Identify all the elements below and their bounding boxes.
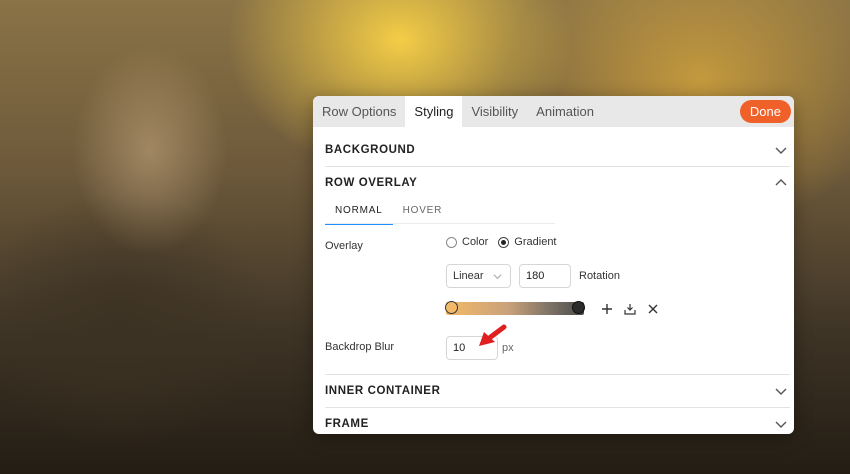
gradient-type-value: Linear <box>453 270 484 282</box>
subtab-hover[interactable]: HOVER <box>393 201 453 225</box>
subtab-normal[interactable]: NORMAL <box>325 201 393 225</box>
section-background-title: BACKGROUND <box>325 144 416 156</box>
gradient-type-select[interactable]: Linear <box>446 264 511 288</box>
section-inner-container-title: INNER CONTAINER <box>325 385 441 397</box>
download-icon[interactable] <box>623 302 637 316</box>
tab-styling[interactable]: Styling <box>405 96 463 127</box>
radio-color-label: Color <box>462 236 489 248</box>
row-settings-panel: Row Options Styling Visibility Animation… <box>313 96 794 434</box>
overlay-state-tabs: NORMAL HOVER <box>325 201 452 225</box>
section-inner-container-header[interactable]: INNER CONTAINER <box>325 375 790 407</box>
panel-tab-bar: Row Options Styling Visibility Animation… <box>313 96 794 127</box>
gradient-stop-end[interactable] <box>572 301 585 314</box>
plus-icon[interactable] <box>600 302 614 316</box>
annotation-arrow-icon <box>479 324 507 346</box>
tab-visibility[interactable]: Visibility <box>462 96 527 127</box>
chevron-down-icon <box>775 147 787 154</box>
tab-row-options[interactable]: Row Options <box>313 96 405 127</box>
radio-gradient-label: Gradient <box>514 236 557 248</box>
section-frame-title: FRAME <box>325 418 369 430</box>
subtab-divider <box>325 223 555 224</box>
gradient-angle-input[interactable]: 180 <box>519 264 571 288</box>
section-frame-header[interactable]: FRAME <box>325 408 790 434</box>
gradient-stop-start[interactable] <box>445 301 458 314</box>
overlay-label: Overlay <box>325 240 363 252</box>
gradient-angle-value: 180 <box>526 270 545 282</box>
chevron-down-icon <box>775 388 787 395</box>
section-row-overlay-title: ROW OVERLAY <box>325 177 418 189</box>
radio-color[interactable] <box>446 236 457 248</box>
tab-animation[interactable]: Animation <box>527 96 603 127</box>
rotation-label: Rotation <box>579 270 620 282</box>
done-button[interactable]: Done <box>739 100 791 123</box>
section-row-overlay-header[interactable]: ROW OVERLAY <box>325 167 790 199</box>
overlay-type-radio-group: Color Gradient <box>446 236 567 248</box>
backdrop-blur-value: 10 <box>453 342 466 354</box>
gradient-editor-bar[interactable] <box>445 301 585 315</box>
section-background-header[interactable]: BACKGROUND <box>325 134 790 166</box>
backdrop-blur-label: Backdrop Blur <box>325 341 395 353</box>
radio-gradient[interactable] <box>498 236 510 248</box>
chevron-down-icon <box>775 421 787 428</box>
chevron-down-icon <box>493 274 502 280</box>
chevron-up-icon <box>775 179 787 186</box>
close-icon[interactable] <box>646 302 660 316</box>
